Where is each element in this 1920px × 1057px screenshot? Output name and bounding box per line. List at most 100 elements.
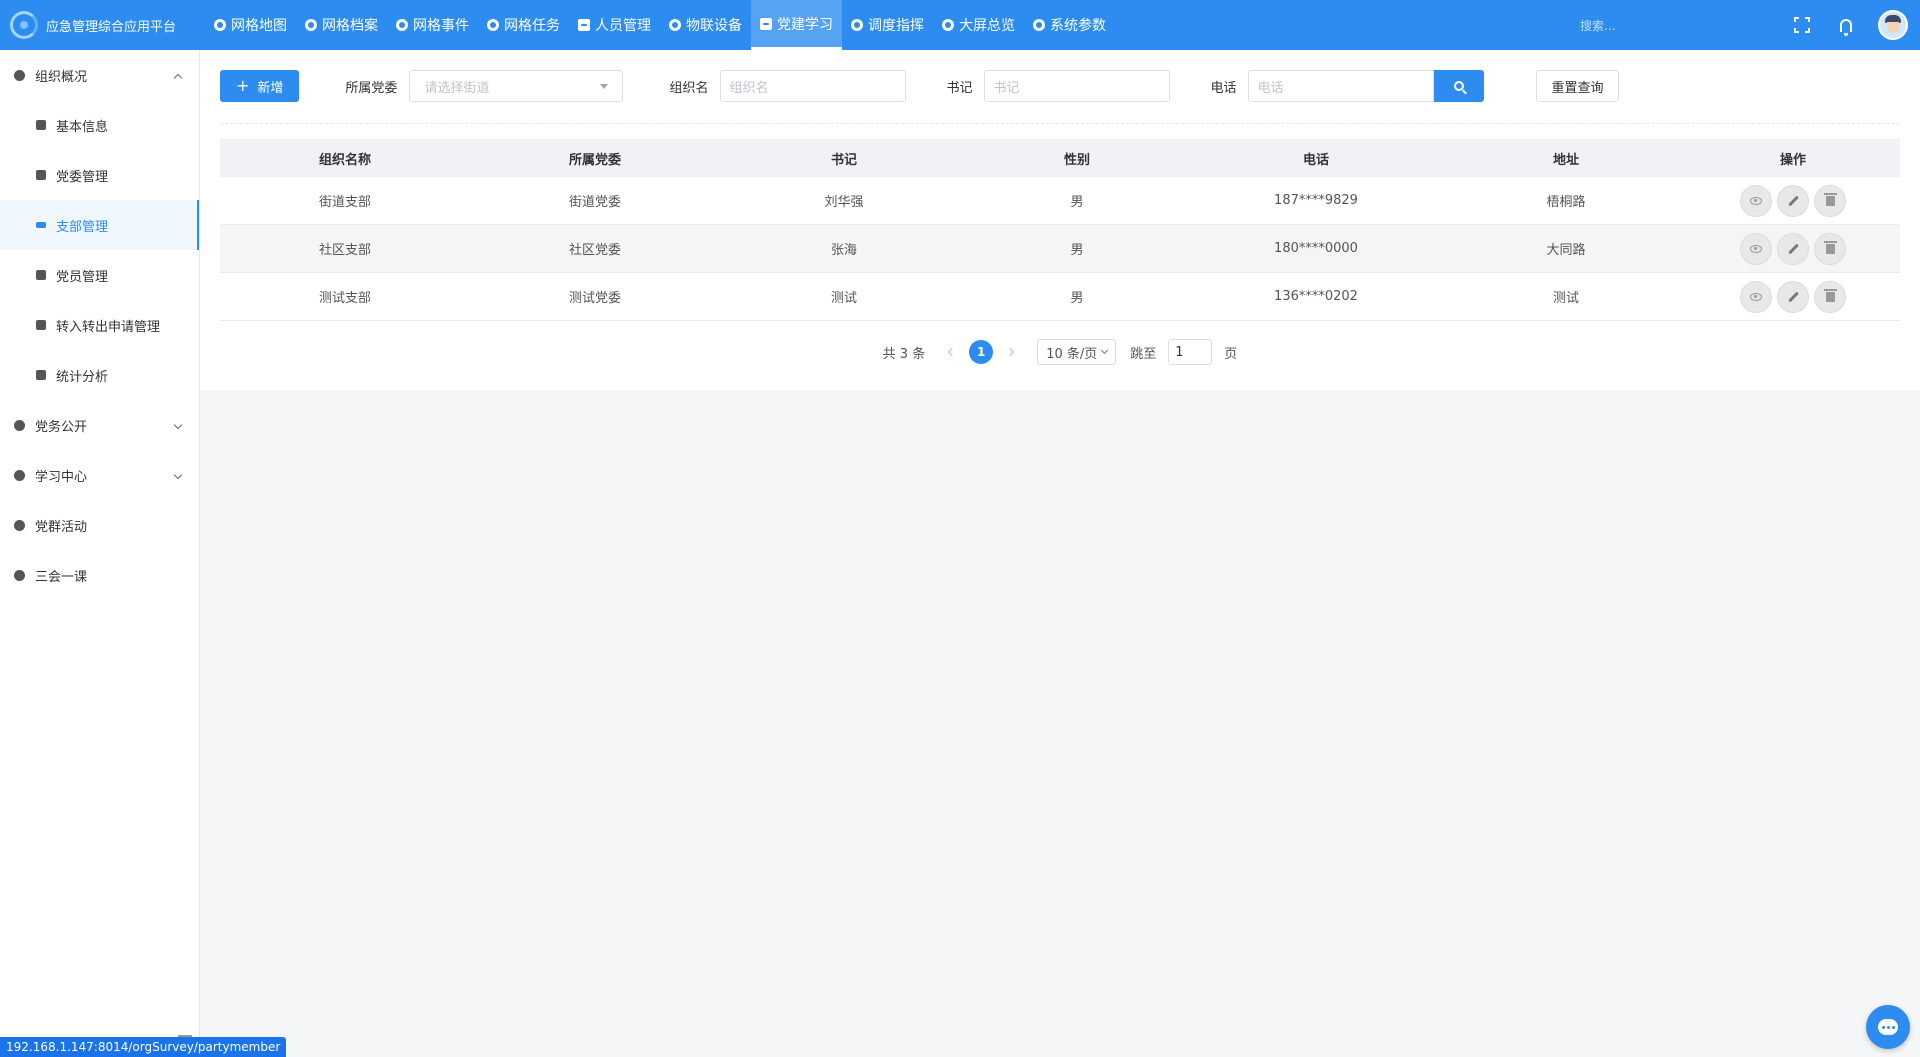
cell-org-name: 社区支部 xyxy=(318,243,371,258)
chevron-down-icon xyxy=(1101,346,1109,355)
page-number-current[interactable]: 1 xyxy=(969,340,994,364)
nav-item-grid-event[interactable]: 网格事件 xyxy=(387,0,478,50)
cell-gender: 男 xyxy=(1070,243,1084,258)
sidebar-item-study-center[interactable]: 学习中心 xyxy=(0,450,199,500)
phone-input[interactable]: 电话 xyxy=(1248,70,1435,102)
document-icon xyxy=(578,19,590,31)
brand[interactable]: 应急管理综合应用平台 xyxy=(0,0,205,50)
ball-icon xyxy=(669,19,681,31)
cell-secretary: 张海 xyxy=(830,243,857,258)
nav-item-party-study[interactable]: 党建学习 xyxy=(751,0,842,50)
pencil-icon xyxy=(1787,243,1799,254)
plus-icon: + xyxy=(236,76,250,95)
user-avatar[interactable] xyxy=(1878,10,1908,40)
view-button[interactable] xyxy=(1740,184,1772,217)
view-button[interactable] xyxy=(1740,280,1772,313)
secretary-input[interactable]: 书记 xyxy=(984,70,1171,102)
edit-button[interactable] xyxy=(1777,280,1809,313)
trash-icon xyxy=(1823,288,1837,302)
sidebar-item-basic-info[interactable]: 基本信息 xyxy=(0,100,199,150)
org-name-input[interactable]: 组织名 xyxy=(720,70,907,102)
search-icon xyxy=(1454,81,1465,91)
reset-query-button[interactable]: 重置查询 xyxy=(1536,70,1619,102)
notification-button[interactable] xyxy=(1824,0,1868,50)
nav-item-personnel[interactable]: 人员管理 xyxy=(569,0,660,50)
fullscreen-button[interactable] xyxy=(1780,0,1824,50)
sidebar-item-statistics[interactable]: 统计分析 xyxy=(0,350,199,400)
trash-icon xyxy=(1823,240,1837,254)
search-button[interactable] xyxy=(1434,70,1485,102)
page-suffix-label: 页 xyxy=(1224,346,1238,362)
nav-item-dispatch[interactable]: 调度指挥 xyxy=(842,0,933,50)
cell-org-name: 测试支部 xyxy=(318,291,371,306)
sidebar-item-transfer-mgmt[interactable]: 转入转出申请管理 xyxy=(0,300,199,350)
eye-icon xyxy=(1750,292,1762,301)
main-panel: + 新增 所属党委 请选择街道 组织名 组织名 书记 书记 电话 电话 重置查询 … xyxy=(200,50,1920,390)
sidebar-item-mass-activities[interactable]: 党群活动 xyxy=(0,500,199,550)
table-row[interactable]: 街道支部 街道党委 刘华强 男 187****9829 梧桐路 xyxy=(220,177,1900,225)
next-page-icon[interactable] xyxy=(1005,347,1015,357)
sidebar-item-org-overview[interactable]: 组织概况 xyxy=(0,50,199,100)
cloud-icon xyxy=(487,19,499,31)
delete-button[interactable] xyxy=(1814,184,1846,217)
app-logo-icon xyxy=(10,11,38,39)
page-size-select[interactable]: 10 条/页 xyxy=(1037,339,1117,365)
edit-button[interactable] xyxy=(1777,184,1809,217)
table-row[interactable]: 社区支部 社区党委 张海 男 180****0000 大同路 xyxy=(220,225,1900,273)
row-actions xyxy=(1686,280,1900,313)
sidebar-item-branch-mgmt[interactable]: 支部管理 xyxy=(0,200,199,250)
cell-secretary: 刘华强 xyxy=(824,195,864,210)
sidebar-item-party-affairs[interactable]: 党务公开 xyxy=(0,400,199,450)
prev-page-icon[interactable] xyxy=(947,347,957,357)
cell-org-name: 街道支部 xyxy=(318,195,371,210)
org-icon xyxy=(14,69,25,81)
chat-bubble-icon xyxy=(1878,1019,1898,1035)
clock-icon xyxy=(396,19,408,31)
column-header-org-name[interactable]: 组织名称 xyxy=(220,149,470,168)
jump-page-input[interactable]: 1 xyxy=(1168,339,1213,365)
column-header-secretary[interactable]: 书记 xyxy=(720,149,968,168)
cell-phone: 187****9829 xyxy=(1274,193,1358,208)
edit-button[interactable] xyxy=(1777,232,1809,265)
browser-status-url: 192.168.1.147:8014/orgSurvey/partymember xyxy=(0,1037,287,1057)
view-button[interactable] xyxy=(1740,232,1772,265)
column-header-phone[interactable]: 电话 xyxy=(1186,149,1446,168)
info-icon xyxy=(36,120,46,130)
column-header-committee[interactable]: 所属党委 xyxy=(470,149,720,168)
table-row[interactable]: 测试支部 测试党委 测试 男 136****0202 测试 xyxy=(220,273,1900,321)
eye-icon xyxy=(1750,196,1762,205)
chat-button[interactable] xyxy=(1866,1005,1910,1049)
nav-item-grid-task[interactable]: 网格任务 xyxy=(478,0,569,50)
delete-button[interactable] xyxy=(1814,280,1846,313)
cell-committee: 测试党委 xyxy=(568,291,621,306)
nav-item-grid-map[interactable]: 网格地图 xyxy=(205,0,296,50)
sidebar-item-member-mgmt[interactable]: 党员管理 xyxy=(0,250,199,300)
chevron-up-icon xyxy=(173,73,183,83)
chat-icon xyxy=(14,419,25,431)
bed-icon xyxy=(36,170,46,180)
nav-item-big-screen[interactable]: 大屏总览 xyxy=(933,0,1024,50)
table-header: 组织名称 所属党委 书记 性别 电话 地址 操作 xyxy=(220,139,1900,177)
bell-icon xyxy=(1840,18,1852,36)
nav-item-iot-devices[interactable]: 物联设备 xyxy=(660,0,751,50)
chevron-down-icon xyxy=(173,420,183,430)
add-button[interactable]: + 新增 xyxy=(220,70,300,102)
nav-item-system-params[interactable]: 系统参数 xyxy=(1024,0,1115,50)
sidebar-item-three-meetings[interactable]: 三会一课 xyxy=(0,550,199,600)
caret-down-icon xyxy=(600,84,609,89)
column-header-address[interactable]: 地址 xyxy=(1446,149,1686,168)
committee-select[interactable]: 请选择街道 xyxy=(409,70,624,102)
branch-table: 组织名称 所属党委 书记 性别 电话 地址 操作 街道支部 街道党委 刘华强 男… xyxy=(220,139,1900,321)
nav-item-grid-archive[interactable]: 网格档案 xyxy=(296,0,387,50)
phone-label: 电话 xyxy=(1210,80,1237,96)
row-actions xyxy=(1686,184,1900,217)
header-search-input[interactable]: 搜索... xyxy=(1580,17,1700,34)
cell-gender: 男 xyxy=(1070,195,1084,210)
column-header-gender[interactable]: 性别 xyxy=(968,149,1186,168)
cloud-icon xyxy=(305,19,317,31)
delete-button[interactable] xyxy=(1814,232,1846,265)
plus-circle-icon xyxy=(942,19,954,31)
sidebar-item-committee-mgmt[interactable]: 党委管理 xyxy=(0,150,199,200)
cell-address: 大同路 xyxy=(1546,243,1586,258)
eye-icon xyxy=(1750,244,1762,253)
